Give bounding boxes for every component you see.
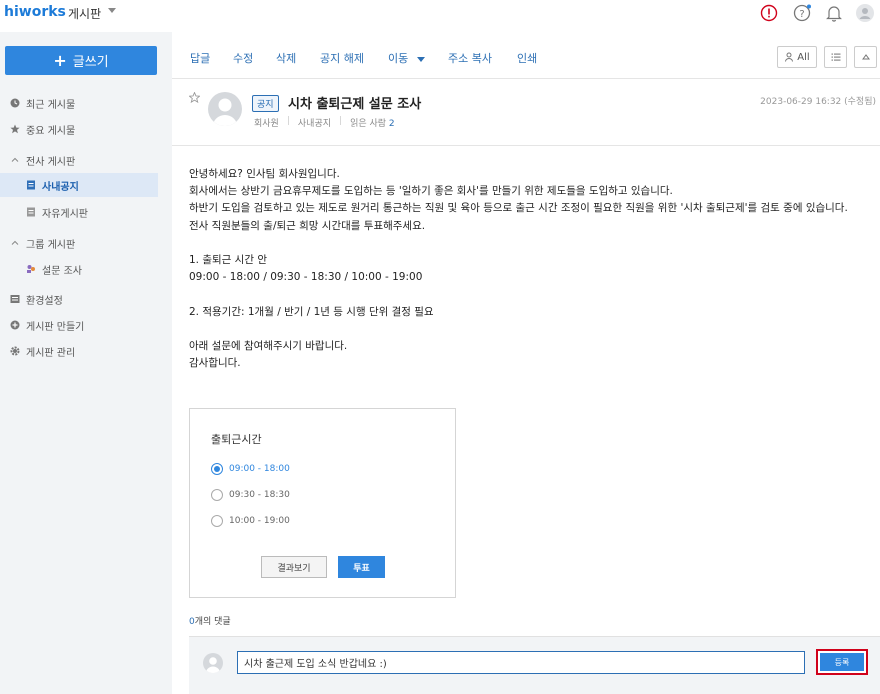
board-icon — [26, 180, 36, 190]
comment-composer: 시차 출근제 도입 소식 반갑네요 :) 등록 — [189, 636, 880, 694]
post-author[interactable]: 회사원 — [254, 116, 279, 129]
post-date: 2023-06-29 16:32 (수정됨) — [760, 97, 876, 107]
sidebar-item-free-board[interactable]: 자유게시판 — [0, 200, 158, 224]
sidebar-item-label: 설문 조사 — [42, 265, 82, 277]
person-icon — [785, 52, 794, 62]
radio-selected[interactable] — [211, 463, 223, 475]
sidebar-group-team[interactable]: 그룹 게시판 — [0, 231, 158, 255]
separator: | — [286, 116, 290, 126]
move-button[interactable]: 이동 — [388, 50, 425, 66]
poll-option-label: 09:30 - 18:30 — [229, 490, 290, 500]
readers-label: 읽은 사람 — [350, 119, 387, 129]
users-icon — [26, 264, 36, 274]
readers[interactable]: 읽은 사람 2 — [350, 116, 395, 129]
poll-option-1[interactable]: 09:00 - 18:00 — [211, 463, 290, 475]
poll-option-2[interactable]: 09:30 - 18:30 — [211, 489, 290, 501]
post-board: 사내공지 — [297, 119, 332, 129]
sidebar-item-label: 중요 게시물 — [26, 125, 76, 137]
view-results-button[interactable]: 결과보기 — [261, 556, 327, 578]
radio[interactable] — [211, 489, 223, 501]
sidebar-item-recent[interactable]: 최근 게시물 — [0, 91, 158, 115]
app-name[interactable]: 게시판 — [68, 5, 101, 22]
poll-option-label: 10:00 - 19:00 — [229, 516, 290, 526]
post-toolbar: 답글 수정 삭제 공지 해제 이동 주소 복사 인쇄 All — [172, 32, 880, 79]
board-icon — [26, 207, 36, 217]
sidebar-group-company[interactable]: 전사 게시판 — [0, 148, 158, 172]
avatar-icon — [206, 657, 220, 673]
plus-circle-icon — [10, 320, 20, 330]
caret-down-icon — [416, 56, 425, 62]
main-content: 답글 수정 삭제 공지 해제 이동 주소 복사 인쇄 All 공지 시차 출퇴근… — [172, 32, 880, 694]
post-meta: 회사원 | 사내공지 | 읽은 사람 2 — [254, 116, 395, 129]
print-button[interactable]: 인쇄 — [517, 50, 537, 66]
author-avatar[interactable] — [208, 92, 242, 126]
sidebar-group-label: 그룹 게시판 — [26, 239, 76, 251]
sidebar-item-settings[interactable]: 환경설정 — [0, 287, 158, 311]
settings-icon — [10, 294, 20, 304]
comment-count-suffix: 개의 댓글 — [194, 617, 231, 627]
unpin-notice-button[interactable]: 공지 해제 — [320, 50, 364, 66]
comment-input[interactable]: 시차 출근제 도입 소식 반갑네요 :) — [237, 651, 805, 674]
svg-text:?: ? — [799, 9, 804, 20]
sidebar-item-label: 환경설정 — [26, 295, 63, 307]
vote-button[interactable]: 투표 — [338, 556, 385, 578]
readers-all-button[interactable]: All — [777, 46, 817, 68]
sidebar-item-manage-board[interactable]: 게시판 관리 — [0, 339, 158, 363]
sidebar-item-label: 게시판 만들기 — [26, 321, 85, 333]
sidebar-item-label: 사내공지 — [42, 181, 79, 193]
sidebar-item-create-board[interactable]: 게시판 만들기 — [0, 313, 158, 337]
triangle-up-icon — [861, 54, 870, 60]
poll-option-label: 09:00 - 18:00 — [229, 464, 290, 474]
post-body: 안녕하세요? 인사팀 회사원입니다. 회사에서는 상반기 금요휴무제도를 도입하… — [189, 168, 848, 370]
separator: | — [339, 116, 343, 126]
write-button-label: 글쓰기 — [72, 55, 109, 70]
sidebar-item-label: 자유게시판 — [42, 208, 88, 220]
user-avatar-icon[interactable] — [856, 4, 874, 22]
help-icon[interactable]: ? — [793, 4, 811, 22]
sidebar: + 글쓰기 최근 게시물 중요 게시물 전사 게시판 사내공지 자유게시판 그룹… — [0, 32, 172, 694]
notice-badge: 공지 — [252, 95, 279, 112]
comment-count: 0개의 댓글 — [189, 614, 231, 627]
collapse-button[interactable] — [854, 46, 877, 68]
delete-button[interactable]: 삭제 — [276, 50, 296, 66]
sidebar-group-label: 전사 게시판 — [26, 156, 76, 168]
bell-icon[interactable] — [825, 4, 843, 22]
list-icon — [831, 53, 840, 61]
reply-button[interactable]: 답글 — [190, 50, 210, 66]
list-view-button[interactable] — [824, 46, 847, 68]
sidebar-item-important[interactable]: 중요 게시물 — [0, 117, 158, 141]
write-button[interactable]: + 글쓰기 — [5, 46, 157, 75]
star-icon — [10, 124, 20, 134]
all-label: All — [797, 51, 810, 63]
poll-option-3[interactable]: 10:00 - 19:00 — [211, 515, 290, 527]
move-button-label: 이동 — [388, 52, 409, 65]
plus-icon: + — [53, 50, 67, 70]
chevron-up-icon — [10, 155, 20, 165]
sidebar-item-label: 최근 게시물 — [26, 99, 76, 111]
comment-submit-button[interactable]: 등록 — [816, 649, 868, 675]
star-outline-icon[interactable] — [189, 92, 200, 103]
top-bar: hiworks 게시판 ? — [0, 0, 880, 30]
radio[interactable] — [211, 515, 223, 527]
hiworks-logo[interactable]: hiworks — [4, 4, 66, 20]
chevron-up-icon — [10, 238, 20, 248]
avatar-icon — [213, 98, 237, 126]
sidebar-item-survey[interactable]: 설문 조사 — [0, 257, 158, 281]
comment-submit-label: 등록 — [820, 653, 864, 671]
sidebar-item-notice[interactable]: 사내공지 — [0, 173, 158, 197]
sidebar-item-label: 게시판 관리 — [26, 347, 76, 359]
survey-poll: 출퇴근시간 09:00 - 18:00 09:30 - 18:30 10:00 … — [189, 408, 456, 598]
commenter-avatar — [203, 653, 223, 673]
poll-title: 출퇴근시간 — [211, 433, 262, 446]
copy-address-button[interactable]: 주소 복사 — [448, 50, 492, 66]
alert-icon[interactable] — [760, 4, 778, 22]
post-title: 시차 출퇴근제 설문 조사 — [288, 97, 422, 112]
gear-icon — [10, 346, 20, 356]
clock-icon — [10, 98, 20, 108]
app-menu-caret-icon[interactable] — [108, 8, 116, 13]
post-header: 공지 시차 출퇴근제 설문 조사 회사원 | 사내공지 | 읽은 사람 2 20… — [172, 80, 880, 146]
edit-button[interactable]: 수정 — [233, 50, 253, 66]
readers-count: 2 — [388, 119, 395, 129]
